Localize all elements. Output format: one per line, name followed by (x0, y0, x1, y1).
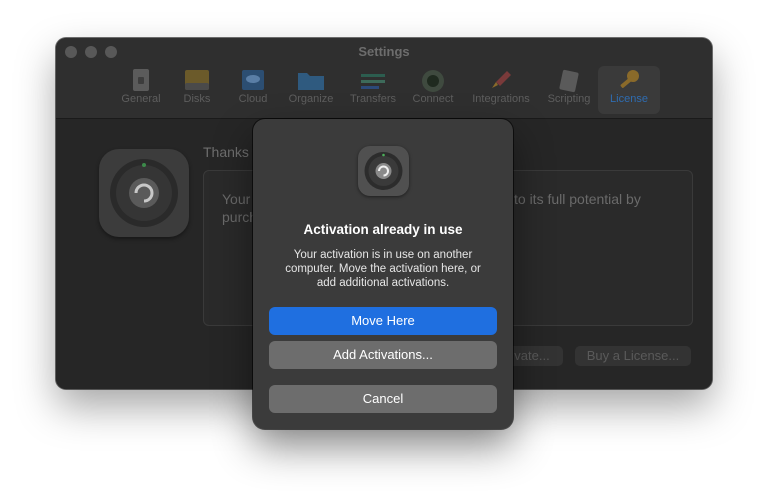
titlebar: Settings General Disks Cloud Organize Tr… (56, 38, 712, 119)
toolbar-item-transfers[interactable]: Transfers (342, 66, 404, 114)
disks-icon (185, 70, 209, 90)
toolbar-label-license: License (610, 93, 648, 105)
dialog-title: Activation already in use (303, 222, 463, 237)
toolbar-label-disks: Disks (183, 93, 211, 105)
add-activations-button[interactable]: Add Activations... (269, 341, 497, 369)
move-here-button[interactable]: Move Here (269, 307, 497, 335)
toolbar-item-cloud[interactable]: Cloud (222, 66, 284, 114)
script-icon (559, 69, 579, 93)
window-title: Settings (358, 44, 410, 59)
rocket-icon (492, 71, 511, 88)
toolbar-item-disks[interactable]: Disks (166, 66, 228, 114)
info-text-line2: purch (222, 209, 258, 225)
dialog-app-icon (358, 146, 409, 196)
info-text-line1: Your (222, 191, 251, 207)
cancel-button[interactable]: Cancel (269, 385, 497, 413)
toolbar-label-transfers: Transfers (349, 93, 397, 105)
connect-icon (422, 70, 444, 92)
toolbar-item-scripting[interactable]: Scripting (538, 66, 600, 114)
transfers-icon (361, 74, 385, 89)
dialog-message-line: computer. Move the activation here, or (285, 263, 481, 275)
info-text-line1-right: to its full potential by (514, 191, 641, 207)
toolbar-label-organize: Organize (288, 93, 334, 105)
toolbar-label-general: General (121, 93, 161, 105)
toolbar-label-cloud: Cloud (238, 93, 268, 105)
dial-icon (364, 152, 403, 190)
toolbar-item-license[interactable]: License (598, 66, 660, 114)
key-icon (620, 70, 639, 88)
dialog-message-line: Your activation is in use on another (293, 249, 473, 261)
activation-alert-dialog: Activation already in use Your activatio… (253, 119, 513, 429)
app-dial-icon (110, 159, 178, 227)
toolbar-item-organize[interactable]: Organize (280, 66, 342, 114)
cloud-icon (242, 70, 264, 90)
buy-license-button[interactable]: Buy a License... (575, 346, 691, 366)
thanks-text: Thanks f (203, 144, 257, 160)
toolbar-item-connect[interactable]: Connect (402, 66, 464, 114)
folder-icon (298, 73, 324, 90)
toolbar-label-scripting: Scripting (547, 93, 591, 105)
general-icon (133, 69, 149, 91)
toolbar-label-integrations: Integrations (472, 93, 530, 105)
toolbar-item-general[interactable]: General (110, 66, 172, 114)
toolbar-label-connect: Connect (412, 93, 454, 105)
dialog-message-line: add additional activations. (316, 277, 450, 289)
toolbar-item-integrations[interactable]: Integrations (470, 66, 532, 114)
app-icon (99, 149, 189, 237)
